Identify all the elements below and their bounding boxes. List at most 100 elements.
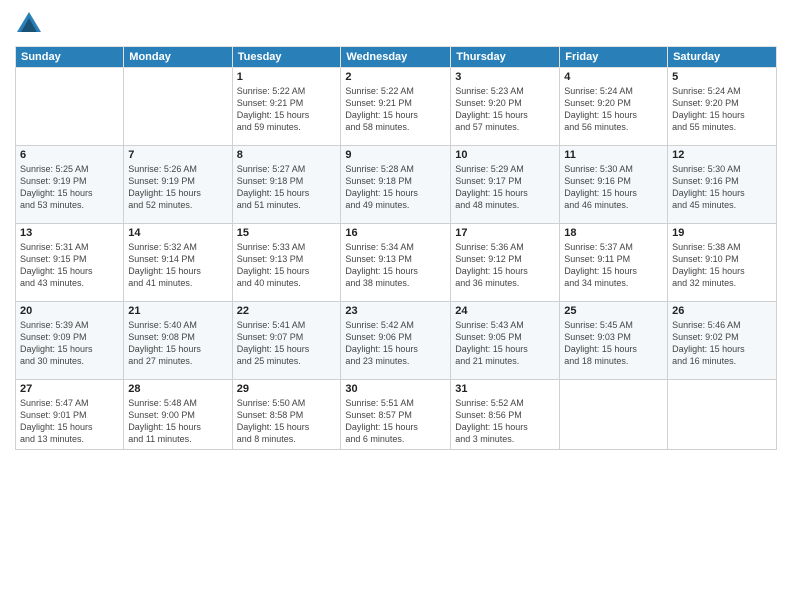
calendar-cell: 16 Sunrise: 5:34 AM Sunset: 9:13 PM Dayli… (341, 224, 451, 302)
day-info: Sunrise: 5:43 AM Sunset: 9:05 PM Dayligh… (455, 319, 555, 368)
week-row-4: 20 Sunrise: 5:39 AM Sunset: 9:09 PM Dayli… (16, 302, 777, 380)
day-number: 10 (455, 149, 555, 161)
day-number: 29 (237, 383, 337, 395)
day-info: Sunrise: 5:23 AM Sunset: 9:20 PM Dayligh… (455, 85, 555, 134)
calendar-cell: 22 Sunrise: 5:41 AM Sunset: 9:07 PM Dayli… (232, 302, 341, 380)
day-info: Sunrise: 5:22 AM Sunset: 9:21 PM Dayligh… (345, 85, 446, 134)
day-info: Sunrise: 5:34 AM Sunset: 9:13 PM Dayligh… (345, 241, 446, 290)
calendar-header-row: SundayMondayTuesdayWednesdayThursdayFrid… (16, 47, 777, 68)
col-header-friday: Friday (560, 47, 668, 68)
day-info: Sunrise: 5:28 AM Sunset: 9:18 PM Dayligh… (345, 163, 446, 212)
day-info: Sunrise: 5:36 AM Sunset: 9:12 PM Dayligh… (455, 241, 555, 290)
day-info: Sunrise: 5:30 AM Sunset: 9:16 PM Dayligh… (564, 163, 663, 212)
day-info: Sunrise: 5:27 AM Sunset: 9:18 PM Dayligh… (237, 163, 337, 212)
day-number: 31 (455, 383, 555, 395)
day-info: Sunrise: 5:22 AM Sunset: 9:21 PM Dayligh… (237, 85, 337, 134)
calendar-cell: 10 Sunrise: 5:29 AM Sunset: 9:17 PM Dayli… (451, 146, 560, 224)
day-info: Sunrise: 5:45 AM Sunset: 9:03 PM Dayligh… (564, 319, 663, 368)
day-number: 7 (128, 149, 227, 161)
calendar-cell: 21Sunrise: 5:40 AM Sunset: 9:08 PM Dayli… (124, 302, 232, 380)
day-number: 18 (564, 227, 663, 239)
calendar-cell: 23 Sunrise: 5:42 AM Sunset: 9:06 PM Dayli… (341, 302, 451, 380)
day-number: 6 (20, 149, 119, 161)
week-row-1: 1 Sunrise: 5:22 AM Sunset: 9:21 PM Daylig… (16, 68, 777, 146)
day-info: Sunrise: 5:33 AM Sunset: 9:13 PM Dayligh… (237, 241, 337, 290)
day-number: 9 (345, 149, 446, 161)
col-header-tuesday: Tuesday (232, 47, 341, 68)
logo (15, 10, 47, 38)
col-header-wednesday: Wednesday (341, 47, 451, 68)
calendar-cell: 25 Sunrise: 5:45 AM Sunset: 9:03 PM Dayli… (560, 302, 668, 380)
day-info: Sunrise: 5:42 AM Sunset: 9:06 PM Dayligh… (345, 319, 446, 368)
calendar-cell (124, 68, 232, 146)
calendar-cell: 15 Sunrise: 5:33 AM Sunset: 9:13 PM Dayli… (232, 224, 341, 302)
calendar-table: SundayMondayTuesdayWednesdayThursdayFrid… (15, 46, 777, 450)
day-number: 13 (20, 227, 119, 239)
day-number: 24 (455, 305, 555, 317)
day-number: 23 (345, 305, 446, 317)
calendar-cell: 19Sunrise: 5:38 AM Sunset: 9:10 PM Dayli… (668, 224, 777, 302)
day-info: Sunrise: 5:29 AM Sunset: 9:17 PM Dayligh… (455, 163, 555, 212)
calendar-cell: 14 Sunrise: 5:32 AM Sunset: 9:14 PM Dayli… (124, 224, 232, 302)
day-info: Sunrise: 5:39 AM Sunset: 9:09 PM Dayligh… (20, 319, 119, 368)
day-info: Sunrise: 5:50 AM Sunset: 8:58 PM Dayligh… (237, 397, 337, 446)
day-info: Sunrise: 5:30 AM Sunset: 9:16 PM Dayligh… (672, 163, 772, 212)
day-number: 3 (455, 71, 555, 83)
calendar-cell (16, 68, 124, 146)
calendar-cell: 7 Sunrise: 5:26 AM Sunset: 9:19 PM Daylig… (124, 146, 232, 224)
col-header-sunday: Sunday (16, 47, 124, 68)
calendar-cell: 8 Sunrise: 5:27 AM Sunset: 9:18 PM Daylig… (232, 146, 341, 224)
calendar-cell: 29 Sunrise: 5:50 AM Sunset: 8:58 PM Dayli… (232, 380, 341, 450)
day-number: 27 (20, 383, 119, 395)
calendar-cell: 12 Sunrise: 5:30 AM Sunset: 9:16 PM Dayli… (668, 146, 777, 224)
col-header-saturday: Saturday (668, 47, 777, 68)
day-number: 12 (672, 149, 772, 161)
day-number: 14 (128, 227, 227, 239)
day-number: 8 (237, 149, 337, 161)
week-row-5: 27 Sunrise: 5:47 AM Sunset: 9:01 PM Dayli… (16, 380, 777, 450)
day-number: 22 (237, 305, 337, 317)
calendar-cell: 13 Sunrise: 5:31 AM Sunset: 9:15 PM Dayli… (16, 224, 124, 302)
day-number: 5 (672, 71, 772, 83)
day-info: Sunrise: 5:26 AM Sunset: 9:19 PM Dayligh… (128, 163, 227, 212)
calendar-cell: 11Sunrise: 5:30 AM Sunset: 9:16 PM Dayli… (560, 146, 668, 224)
logo-icon (15, 10, 43, 38)
calendar-cell: 2 Sunrise: 5:22 AM Sunset: 9:21 PM Daylig… (341, 68, 451, 146)
calendar-cell: 5 Sunrise: 5:24 AM Sunset: 9:20 PM Daylig… (668, 68, 777, 146)
calendar-cell: 30Sunrise: 5:51 AM Sunset: 8:57 PM Dayli… (341, 380, 451, 450)
day-info: Sunrise: 5:37 AM Sunset: 9:11 PM Dayligh… (564, 241, 663, 290)
day-number: 25 (564, 305, 663, 317)
day-number: 28 (128, 383, 227, 395)
page-header (15, 10, 777, 38)
calendar-cell: 28 Sunrise: 5:48 AM Sunset: 9:00 PM Dayli… (124, 380, 232, 450)
calendar-cell: 27 Sunrise: 5:47 AM Sunset: 9:01 PM Dayli… (16, 380, 124, 450)
calendar-cell: 31 Sunrise: 5:52 AM Sunset: 8:56 PM Dayli… (451, 380, 560, 450)
day-info: Sunrise: 5:31 AM Sunset: 9:15 PM Dayligh… (20, 241, 119, 290)
day-number: 16 (345, 227, 446, 239)
day-info: Sunrise: 5:48 AM Sunset: 9:00 PM Dayligh… (128, 397, 227, 446)
day-info: Sunrise: 5:46 AM Sunset: 9:02 PM Dayligh… (672, 319, 772, 368)
day-number: 1 (237, 71, 337, 83)
calendar-cell: 17Sunrise: 5:36 AM Sunset: 9:12 PM Dayli… (451, 224, 560, 302)
day-info: Sunrise: 5:38 AM Sunset: 9:10 PM Dayligh… (672, 241, 772, 290)
day-info: Sunrise: 5:40 AM Sunset: 9:08 PM Dayligh… (128, 319, 227, 368)
day-number: 20 (20, 305, 119, 317)
day-info: Sunrise: 5:24 AM Sunset: 9:20 PM Dayligh… (672, 85, 772, 134)
day-number: 30 (345, 383, 446, 395)
calendar-cell: 26 Sunrise: 5:46 AM Sunset: 9:02 PM Dayli… (668, 302, 777, 380)
day-info: Sunrise: 5:24 AM Sunset: 9:20 PM Dayligh… (564, 85, 663, 134)
calendar-cell: 20 Sunrise: 5:39 AM Sunset: 9:09 PM Dayli… (16, 302, 124, 380)
day-info: Sunrise: 5:41 AM Sunset: 9:07 PM Dayligh… (237, 319, 337, 368)
day-number: 2 (345, 71, 446, 83)
day-number: 4 (564, 71, 663, 83)
day-info: Sunrise: 5:32 AM Sunset: 9:14 PM Dayligh… (128, 241, 227, 290)
calendar-cell: 4 Sunrise: 5:24 AM Sunset: 9:20 PM Daylig… (560, 68, 668, 146)
col-header-monday: Monday (124, 47, 232, 68)
calendar-cell: 24 Sunrise: 5:43 AM Sunset: 9:05 PM Dayli… (451, 302, 560, 380)
day-info: Sunrise: 5:47 AM Sunset: 9:01 PM Dayligh… (20, 397, 119, 446)
day-number: 15 (237, 227, 337, 239)
day-info: Sunrise: 5:52 AM Sunset: 8:56 PM Dayligh… (455, 397, 555, 446)
day-number: 26 (672, 305, 772, 317)
week-row-2: 6Sunrise: 5:25 AM Sunset: 9:19 PM Daylig… (16, 146, 777, 224)
calendar-cell: 3 Sunrise: 5:23 AM Sunset: 9:20 PM Daylig… (451, 68, 560, 146)
